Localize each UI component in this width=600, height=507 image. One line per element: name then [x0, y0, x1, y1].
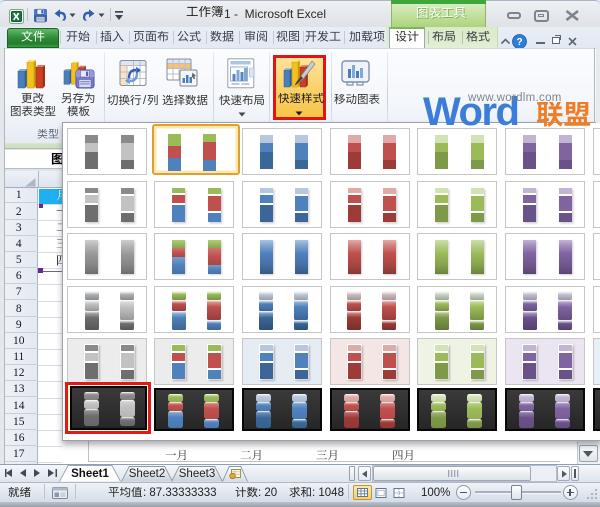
- svg-text:?: ?: [516, 37, 522, 48]
